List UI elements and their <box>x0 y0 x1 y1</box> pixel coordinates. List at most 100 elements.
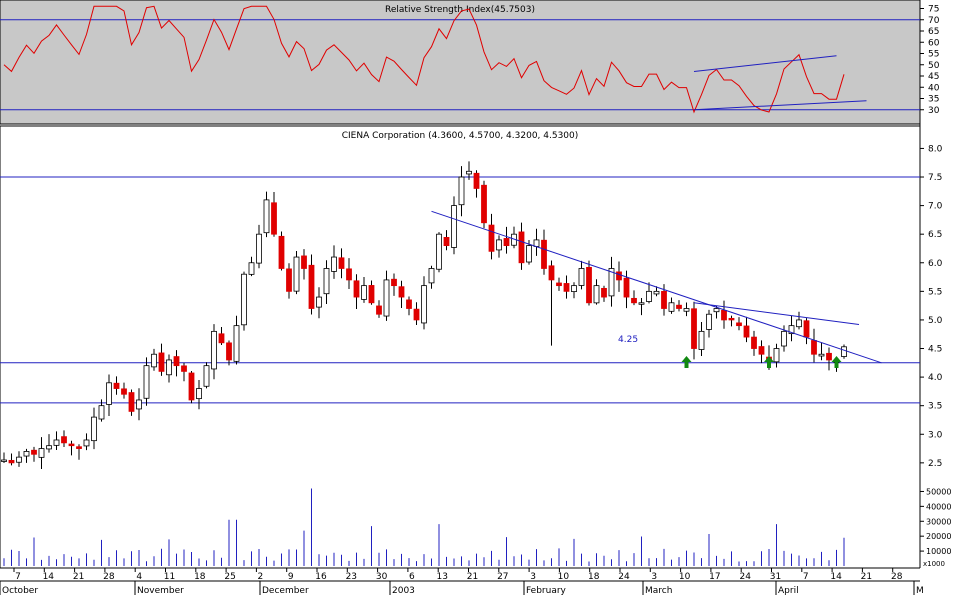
candle-body <box>421 285 427 324</box>
candle-body <box>526 245 532 263</box>
candle-body <box>368 285 375 304</box>
candle-body <box>331 256 337 272</box>
x-month-label: October <box>2 586 38 595</box>
x-day-label: 3 <box>651 572 657 582</box>
x-day-label: 21 <box>73 572 84 582</box>
candle-body <box>38 448 45 458</box>
candle-body <box>248 262 255 275</box>
x-day-label: 2 <box>258 572 264 582</box>
x-day-label: 18 <box>588 572 600 582</box>
candle-body <box>698 330 705 350</box>
candle-body <box>211 330 217 370</box>
candle-body <box>683 308 690 312</box>
candle-body <box>743 325 750 338</box>
x-day-label: 28 <box>103 572 115 582</box>
candle-body <box>728 317 735 321</box>
x-day-label: 14 <box>830 572 842 582</box>
candle-body <box>383 279 390 317</box>
candle-body <box>796 319 802 328</box>
candle-body <box>406 299 412 309</box>
candle-body <box>676 304 682 309</box>
price-tick-label: 5.5 <box>928 287 942 297</box>
candle-body <box>818 353 825 357</box>
candle-body <box>488 224 495 252</box>
candle-body <box>241 273 247 326</box>
candle-body <box>203 365 210 387</box>
candle-body <box>136 399 142 410</box>
volume-tick-label: 30000 <box>926 517 951 526</box>
candle-body <box>563 283 570 292</box>
x-day-label: 27 <box>497 572 508 582</box>
x-month-label: April <box>778 586 799 595</box>
price-tick-label: 7.0 <box>928 202 943 212</box>
price-tick-label: 4.0 <box>928 373 943 383</box>
candle-body <box>316 296 322 308</box>
candle-body <box>668 302 675 312</box>
candle-body <box>31 449 37 455</box>
x-day-label: 21 <box>467 572 478 582</box>
candle-body <box>218 333 225 344</box>
x-month-label: M <box>916 586 924 595</box>
x-day-label: 7 <box>15 572 21 582</box>
x-day-label: 7 <box>803 572 809 582</box>
volume-tick-label: 50000 <box>926 487 951 496</box>
candle-body <box>16 456 22 463</box>
candle-body <box>601 287 607 298</box>
candle-body <box>556 282 562 287</box>
candle-body <box>631 297 637 304</box>
candle-body <box>1 459 7 462</box>
candle-body <box>91 416 97 442</box>
x-day-label: 17 <box>709 572 720 582</box>
price-tick-label: 2.5 <box>928 459 942 469</box>
x-day-label: 30 <box>376 572 388 582</box>
candle-body <box>466 170 472 175</box>
rsi-tick-label: 35 <box>928 95 939 105</box>
x-day-label: 16 <box>315 572 327 582</box>
x-day-label: 28 <box>891 572 903 582</box>
candle-body <box>451 205 457 248</box>
candle-body <box>23 451 30 457</box>
candle-body <box>616 271 622 281</box>
x-month-label: February <box>526 586 567 595</box>
candle-body <box>391 278 397 287</box>
candle-body <box>826 352 832 361</box>
candle-body <box>638 302 645 305</box>
support-annotation: 4.25 <box>618 335 638 345</box>
candle-body <box>8 459 15 464</box>
rsi-tick-label: 55 <box>928 50 939 60</box>
candle-body <box>98 405 105 420</box>
candle-body <box>653 290 660 295</box>
candle-body <box>518 231 525 264</box>
price-tick-label: 6.5 <box>928 230 942 240</box>
candle-body <box>196 388 202 400</box>
candle-body <box>773 348 780 363</box>
volume-multiplier: x1000 <box>923 560 945 568</box>
candle-body <box>323 268 330 295</box>
stock-chart: Relative Strength Index(45.7503) CIENA C… <box>0 0 964 595</box>
x-month-label: March <box>645 586 672 595</box>
x-day-label: 10 <box>679 572 691 582</box>
candle-body <box>428 268 435 284</box>
x-day-label: 23 <box>346 572 357 582</box>
x-day-label: 6 <box>409 572 415 582</box>
x-month-label: November <box>137 586 184 595</box>
candle-body <box>263 199 270 234</box>
candle-body <box>128 392 135 412</box>
candle-body <box>533 239 540 247</box>
candle-body <box>173 356 180 367</box>
x-day-label: 31 <box>770 572 781 582</box>
candle-body <box>436 233 442 270</box>
x-month-label: 2003 <box>392 586 415 595</box>
candle-body <box>503 238 510 247</box>
price-tick-label: 6.0 <box>928 259 943 269</box>
volume-tick-label: 40000 <box>926 502 951 511</box>
candle-body <box>473 172 480 189</box>
candle-body <box>61 436 67 444</box>
candle-body <box>736 322 742 327</box>
candle-body <box>586 266 592 304</box>
price-tick-label: 3.0 <box>928 430 943 440</box>
candle-body <box>571 285 577 293</box>
right-axis <box>920 0 964 568</box>
candle-body <box>166 359 172 376</box>
candle-body <box>376 305 382 315</box>
